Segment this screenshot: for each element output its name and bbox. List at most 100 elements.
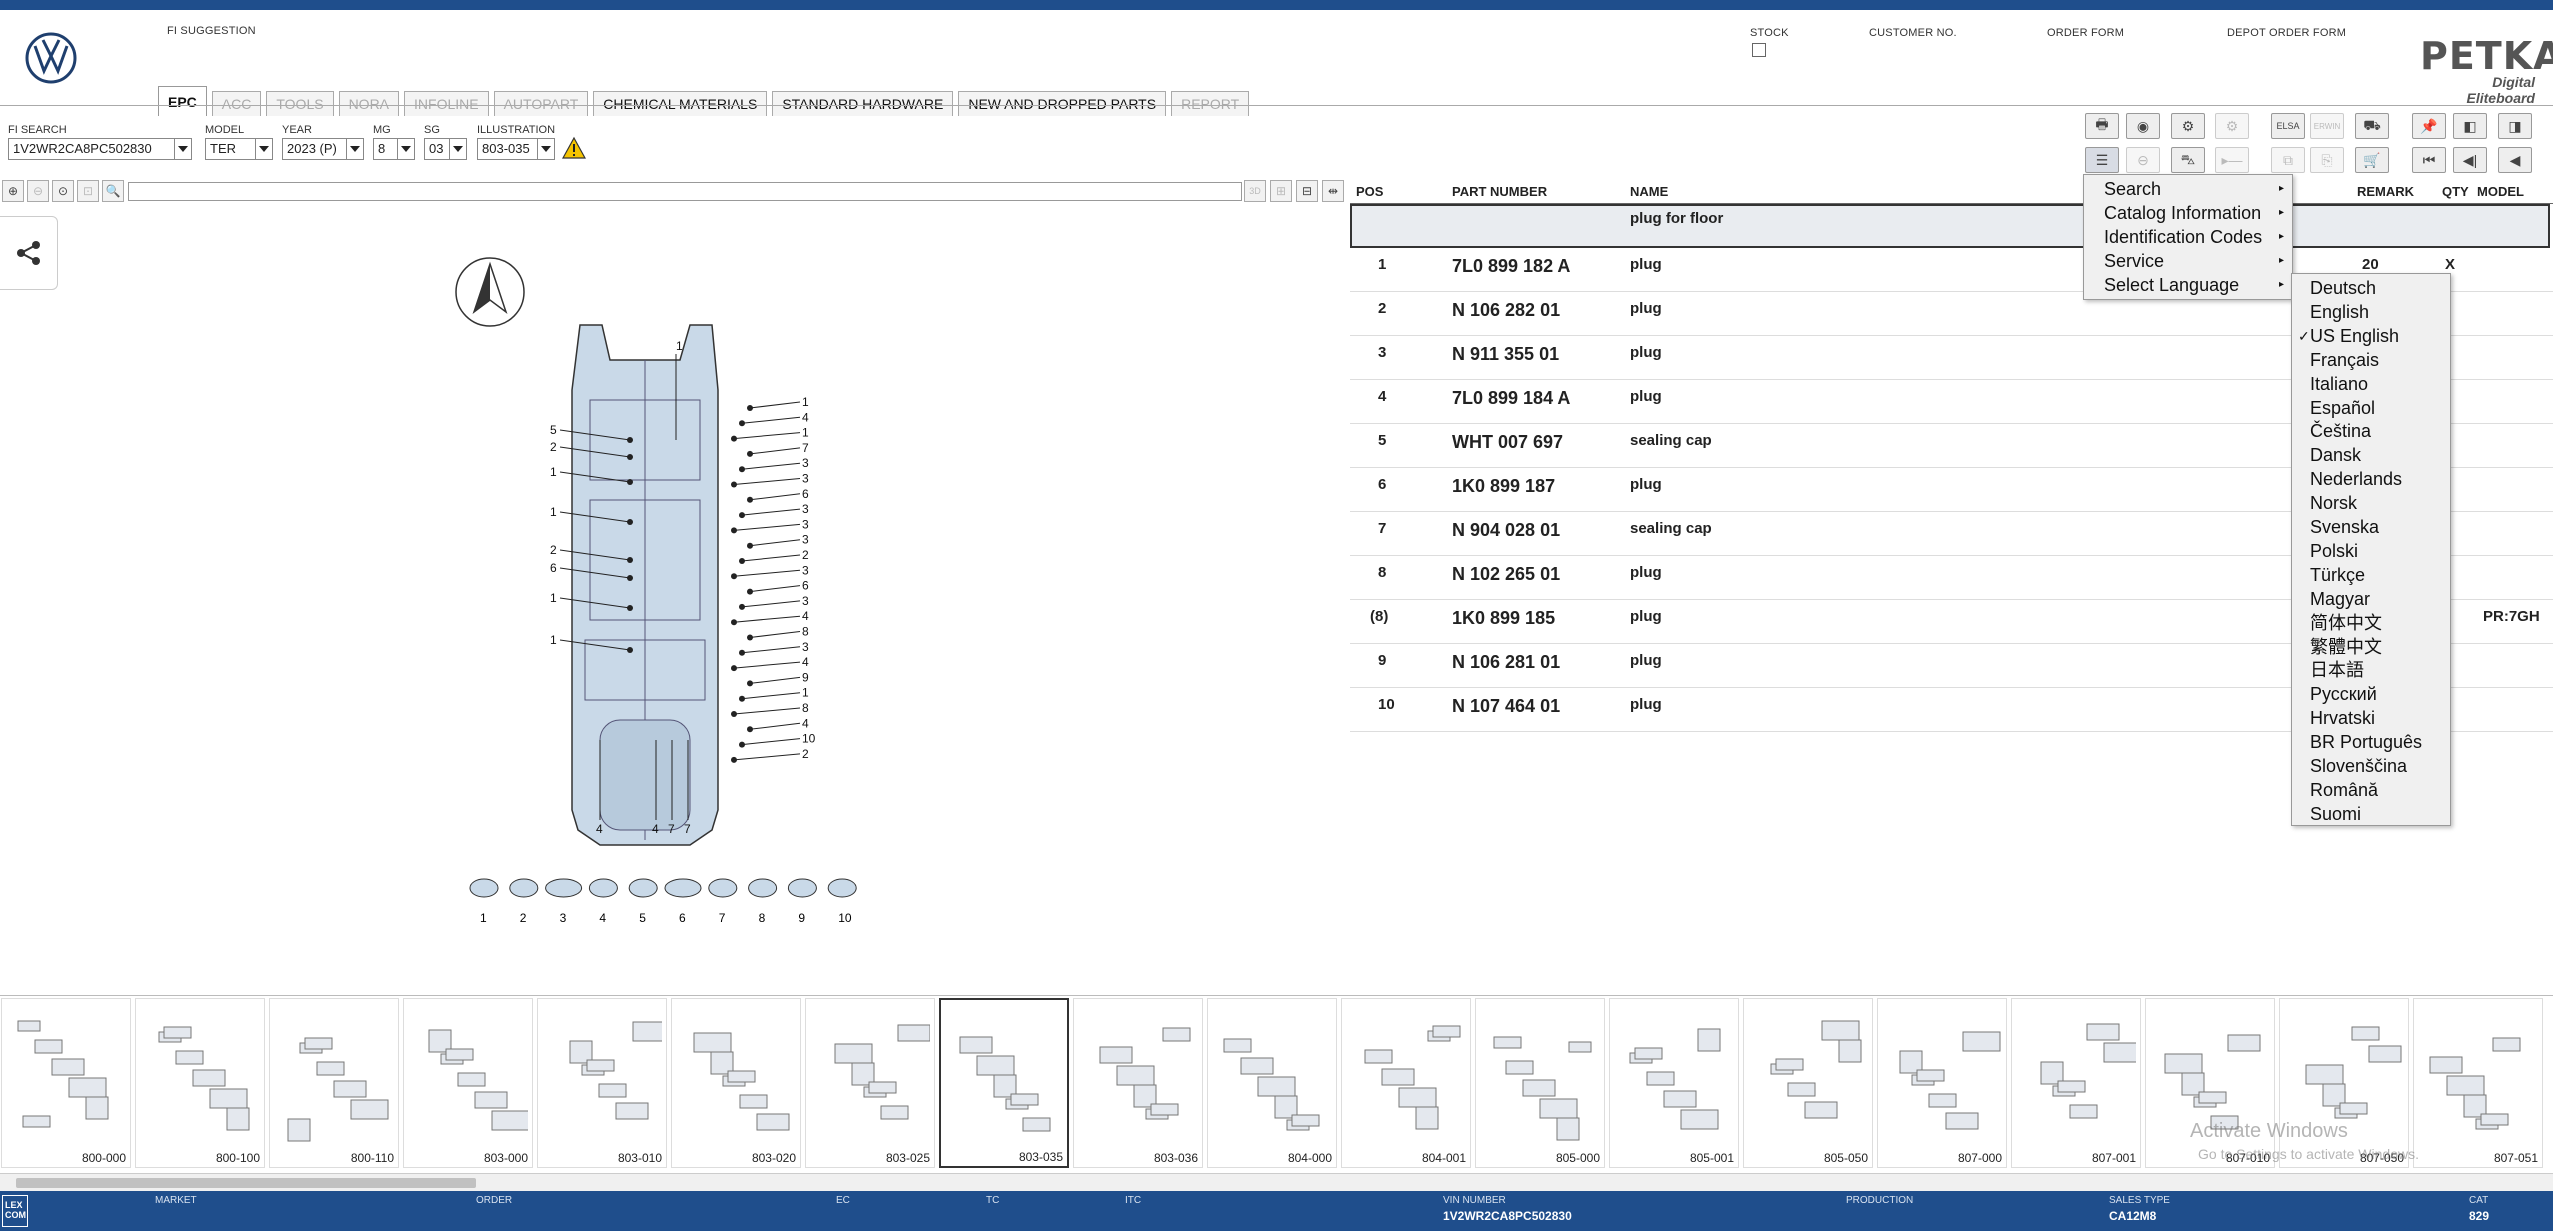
plug-location-dot[interactable] bbox=[747, 680, 753, 687]
plug-legend-item[interactable] bbox=[588, 878, 618, 898]
col-remark[interactable]: REMARK bbox=[2357, 184, 2414, 199]
model-value[interactable]: TER bbox=[206, 139, 255, 159]
fi-search-value[interactable]: 1V2WR2CA8PC502830 bbox=[9, 139, 174, 159]
language-option[interactable]: Hrvatski bbox=[2292, 706, 2450, 730]
language-option[interactable]: 日本語 bbox=[2292, 658, 2450, 682]
share-button[interactable] bbox=[0, 216, 58, 290]
language-option[interactable]: 简体中文 bbox=[2292, 611, 2450, 635]
thumbnail-803-036[interactable]: 803-036 bbox=[1073, 998, 1203, 1168]
mg-value[interactable]: 8 bbox=[374, 139, 397, 159]
plug-location-dot[interactable] bbox=[747, 588, 753, 595]
plug-location-dot[interactable] bbox=[747, 405, 753, 411]
plug-location-dot[interactable] bbox=[739, 741, 745, 748]
zoom-in-icon[interactable]: ⊕ bbox=[2, 180, 24, 202]
thumbnail-800-000[interactable]: 800-000 bbox=[1, 998, 131, 1168]
group-header-row[interactable]: plug for floor bbox=[1350, 204, 2550, 248]
language-option[interactable]: English bbox=[2292, 300, 2450, 324]
fi-search-select[interactable]: FI SEARCH 1V2WR2CA8PC502830 bbox=[8, 124, 192, 160]
chevron-down-icon[interactable] bbox=[255, 139, 272, 159]
elsa-icon[interactable]: ELSA bbox=[2271, 113, 2305, 139]
chevron-down-icon[interactable] bbox=[449, 139, 466, 159]
plug-location-dot[interactable] bbox=[747, 634, 753, 641]
plug-legend-item[interactable] bbox=[708, 878, 738, 898]
plug-location-dot[interactable] bbox=[627, 479, 633, 485]
language-option[interactable]: Русский bbox=[2292, 682, 2450, 706]
plug-location-dot[interactable] bbox=[627, 605, 633, 611]
language-option[interactable]: Svenska bbox=[2292, 515, 2450, 539]
chevron-down-icon[interactable] bbox=[346, 139, 363, 159]
plug-location-dot[interactable] bbox=[731, 711, 737, 717]
tab-standard-hardware[interactable]: STANDARD HARDWARE bbox=[772, 91, 954, 116]
language-option[interactable]: 繁體中文 bbox=[2292, 635, 2450, 659]
plug-location-dot[interactable] bbox=[739, 466, 745, 473]
thumbnail-803-010[interactable]: 803-010 bbox=[537, 998, 667, 1168]
year-select[interactable]: YEAR 2023 (P) bbox=[282, 124, 364, 160]
plug-location-dot[interactable] bbox=[627, 519, 633, 525]
col-name[interactable]: NAME bbox=[1630, 184, 1668, 199]
stock-checkbox[interactable] bbox=[1752, 43, 1766, 57]
panel-icon[interactable]: ⊟ bbox=[1296, 180, 1318, 202]
thumbnail-807-051[interactable]: 807-051 bbox=[2413, 998, 2543, 1168]
thumbnail-807-001[interactable]: 807-001 bbox=[2011, 998, 2141, 1168]
thumbnail-804-000[interactable]: 804-000 bbox=[1207, 998, 1337, 1168]
illustration-select[interactable]: ILLUSTRATION 803-035 bbox=[477, 124, 555, 160]
plug-location-dot[interactable] bbox=[747, 726, 753, 733]
language-option[interactable]: Nederlands bbox=[2292, 467, 2450, 491]
thumbnail-800-110[interactable]: 800-110 bbox=[269, 998, 399, 1168]
language-option[interactable]: Türkçe bbox=[2292, 563, 2450, 587]
plug-location-dot[interactable] bbox=[739, 695, 745, 702]
customer-no-link[interactable]: CUSTOMER NO. bbox=[1869, 27, 1957, 39]
plug-location-dot[interactable] bbox=[731, 481, 737, 488]
plug-location-dot[interactable] bbox=[731, 435, 737, 442]
book-right-icon[interactable]: ◨ bbox=[2498, 113, 2532, 139]
thumbnail-807-000[interactable]: 807-000 bbox=[1877, 998, 2007, 1168]
year-value[interactable]: 2023 (P) bbox=[283, 139, 346, 159]
model-select[interactable]: MODEL TER bbox=[205, 124, 273, 160]
plug-location-dot[interactable] bbox=[731, 756, 737, 763]
plug-location-dot[interactable] bbox=[739, 603, 745, 610]
plug-legend-item[interactable] bbox=[787, 878, 817, 898]
add-to-cart-icon[interactable]: 🛒 bbox=[2355, 147, 2389, 173]
thumbnail-803-020[interactable]: 803-020 bbox=[671, 998, 801, 1168]
language-option[interactable]: Slovenščina bbox=[2292, 754, 2450, 778]
disc-icon[interactable]: ◉ bbox=[2126, 113, 2160, 139]
plug-location-dot[interactable] bbox=[739, 512, 745, 519]
plug-location-dot[interactable] bbox=[627, 557, 633, 563]
plug-location-dot[interactable] bbox=[747, 450, 753, 457]
pin-icon[interactable]: 📌 bbox=[2412, 113, 2446, 139]
menu-item-catalog-information[interactable]: Catalog Information ▸ bbox=[2084, 201, 2292, 225]
language-option[interactable]: Norsk bbox=[2292, 491, 2450, 515]
thumbnail-805-001[interactable]: 805-001 bbox=[1609, 998, 1739, 1168]
language-option[interactable]: Français bbox=[2292, 348, 2450, 372]
thumbnail-804-001[interactable]: 804-001 bbox=[1341, 998, 1471, 1168]
plug-location-dot[interactable] bbox=[731, 619, 737, 626]
language-option[interactable]: Italiano bbox=[2292, 372, 2450, 396]
col-model[interactable]: MODEL bbox=[2477, 184, 2524, 199]
book-left-icon[interactable]: ◧ bbox=[2453, 113, 2487, 139]
back-icon[interactable]: ◀ bbox=[2498, 147, 2532, 173]
depot-order-form-link[interactable]: DEPOT ORDER FORM bbox=[2227, 27, 2346, 39]
plug-location-dot[interactable] bbox=[747, 542, 753, 549]
thumbnail-803-025[interactable]: 803-025 bbox=[805, 998, 935, 1168]
language-option[interactable]: Čeština bbox=[2292, 419, 2450, 443]
plug-legend-item[interactable] bbox=[628, 878, 658, 898]
tab-epc[interactable]: EPC bbox=[158, 86, 207, 116]
plug-legend-item[interactable] bbox=[509, 878, 539, 898]
vehicle-icon[interactable]: ⛍ bbox=[2171, 147, 2205, 173]
language-option[interactable]: Suomi bbox=[2292, 802, 2450, 826]
plug-legend-item[interactable] bbox=[748, 878, 778, 898]
plug-location-dot[interactable] bbox=[747, 496, 753, 503]
thumbnail-803-000[interactable]: 803-000 bbox=[403, 998, 533, 1168]
thumbnail-805-050[interactable]: 805-050 bbox=[1743, 998, 1873, 1168]
col-part-number[interactable]: PART NUMBER bbox=[1452, 184, 1547, 199]
col-qty[interactable]: QTY bbox=[2442, 184, 2469, 199]
language-option[interactable]: BR Português bbox=[2292, 730, 2450, 754]
plug-location-dot[interactable] bbox=[627, 575, 633, 581]
language-option[interactable]: Română bbox=[2292, 778, 2450, 802]
menu-item-service[interactable]: Service ▸ bbox=[2084, 249, 2292, 273]
plug-legend-item[interactable] bbox=[827, 878, 857, 898]
previous-page-icon[interactable]: ◀| bbox=[2453, 147, 2487, 173]
plug-location-dot[interactable] bbox=[731, 573, 737, 580]
thumbnail-803-035[interactable]: 803-035 bbox=[939, 998, 1069, 1168]
menu-item-identification-codes[interactable]: Identification Codes ▸ bbox=[2084, 225, 2292, 249]
